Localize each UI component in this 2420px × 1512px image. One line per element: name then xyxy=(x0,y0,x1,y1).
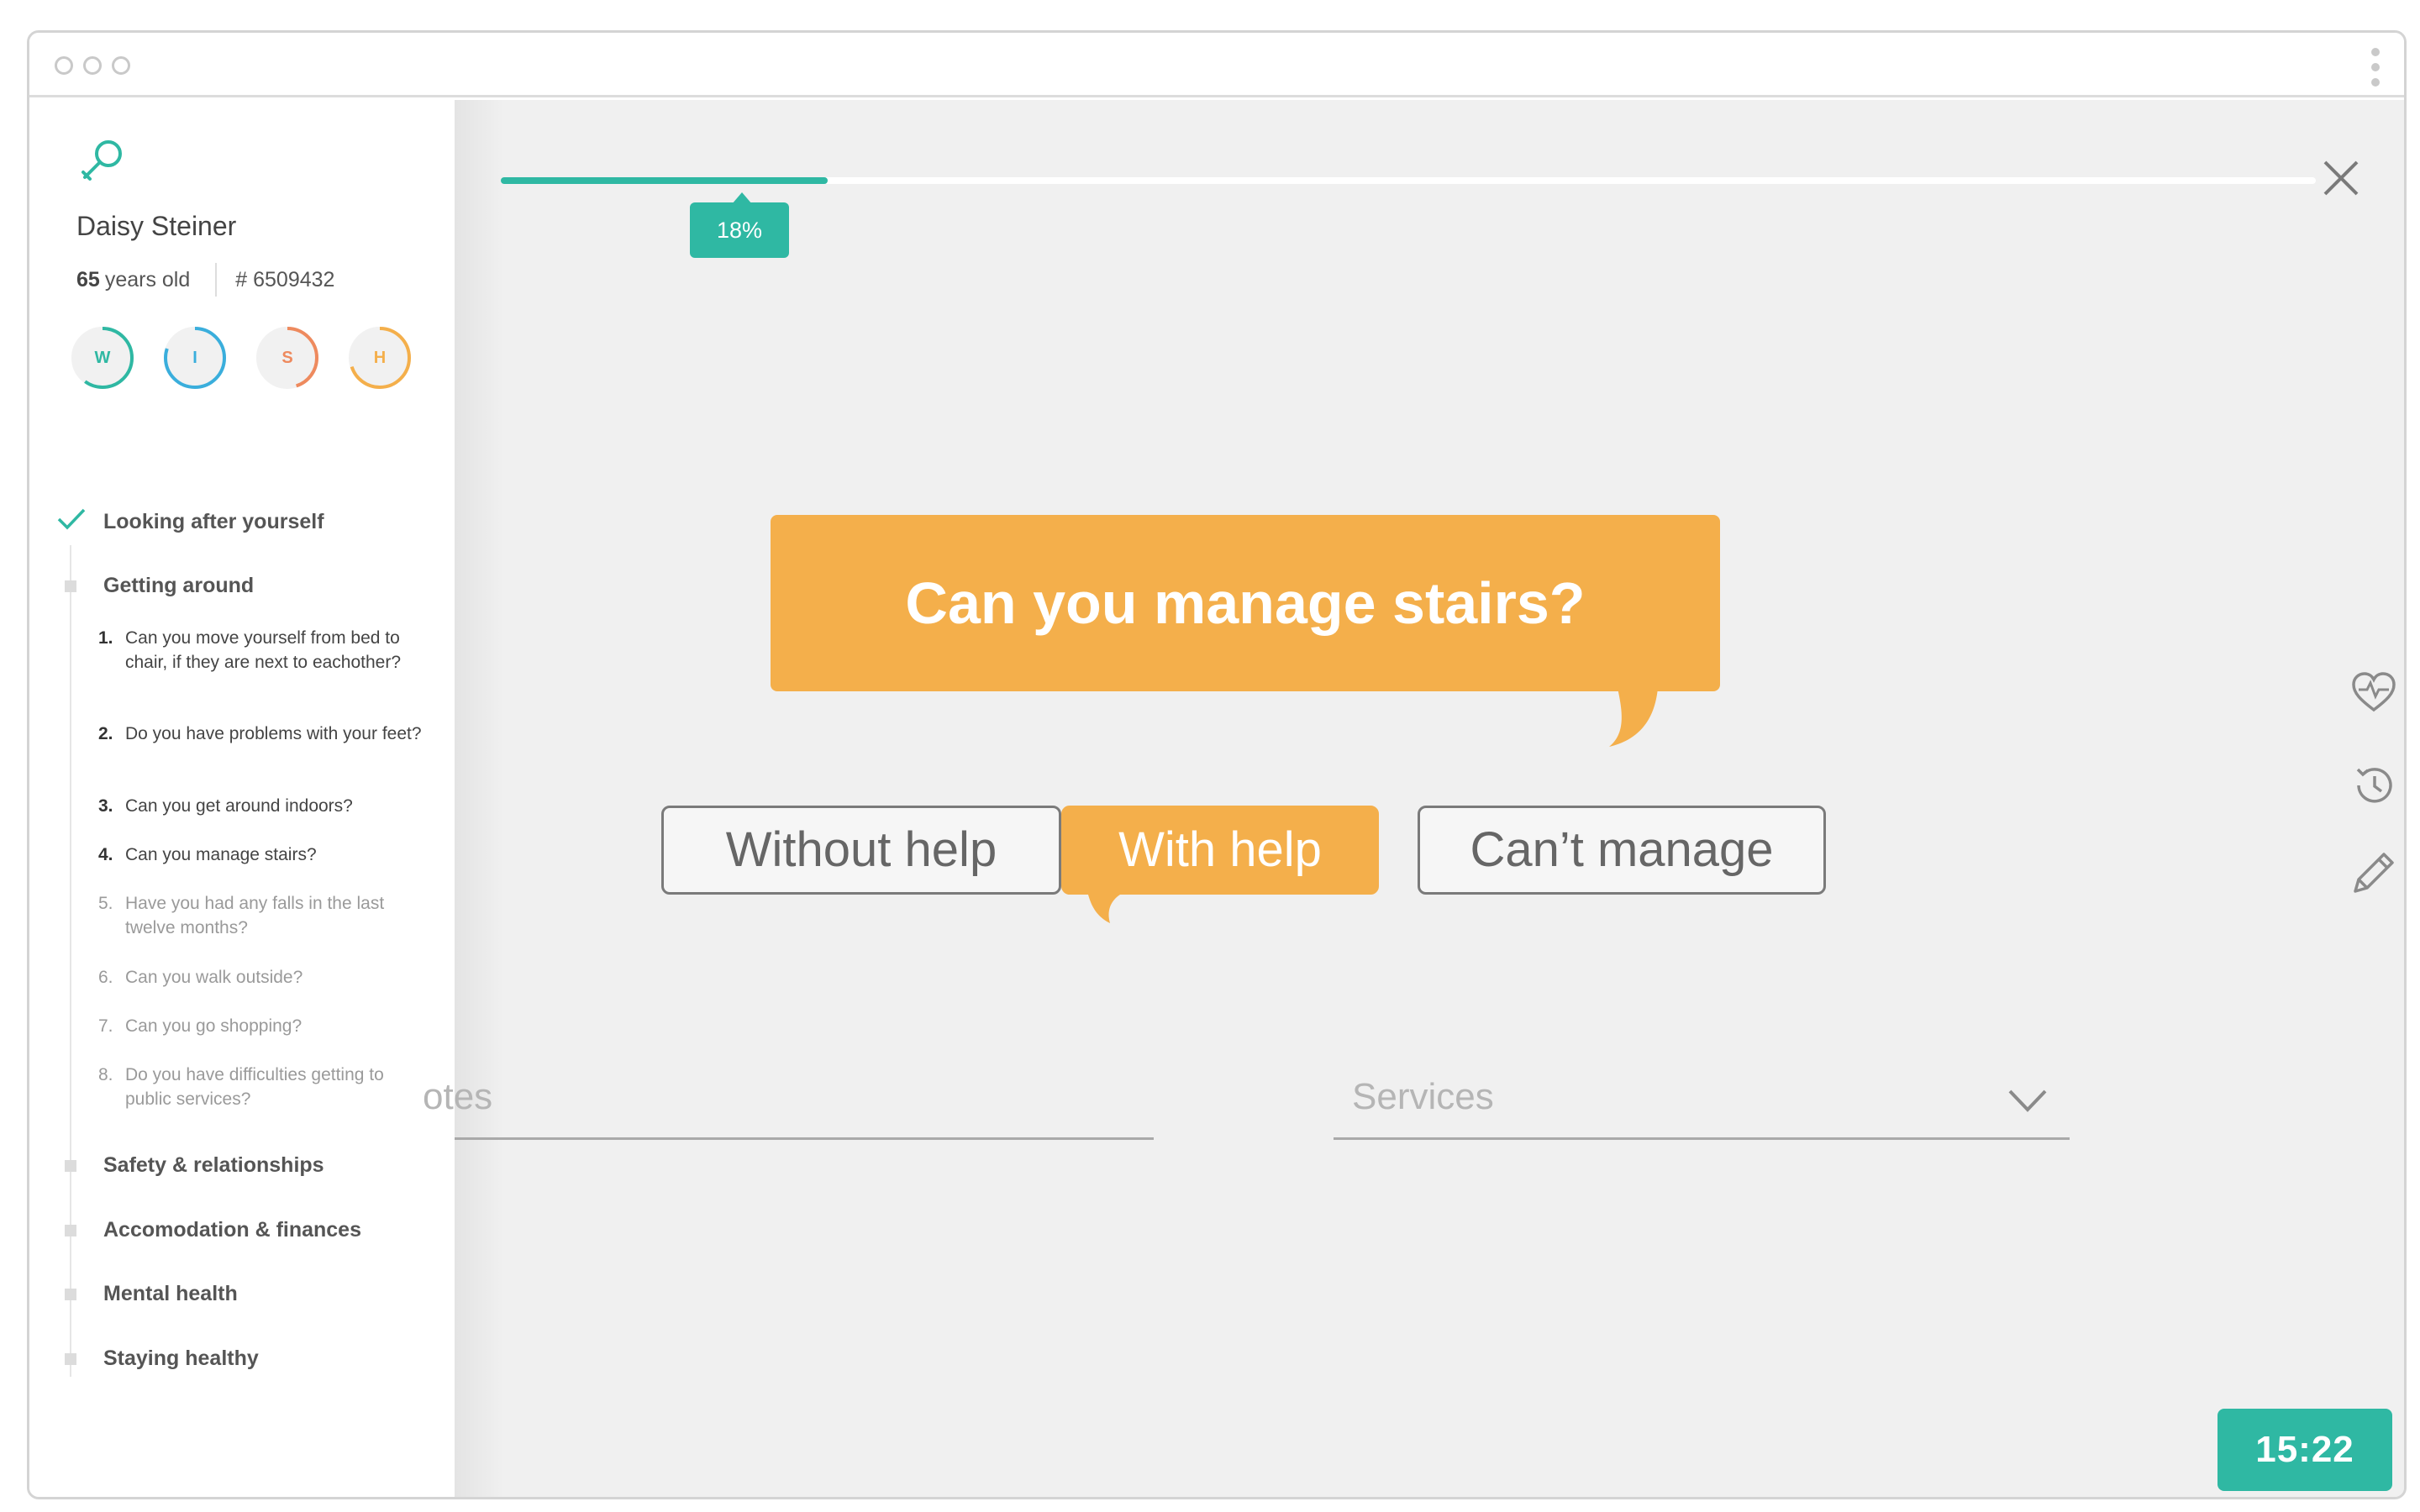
ring-s[interactable]: S xyxy=(255,325,320,391)
question-item-1[interactable]: 1. Can you move yourself from bed to chai… xyxy=(98,626,434,675)
section-staying-healthy[interactable]: Staying healthy xyxy=(29,1341,455,1375)
section-getting-around[interactable]: Getting around xyxy=(29,569,455,602)
ring-letter: H xyxy=(373,349,387,367)
bubble-tail xyxy=(1609,688,1658,747)
ring-w[interactable]: W xyxy=(70,325,135,391)
section-safety-relationships[interactable]: Safety & relationships xyxy=(29,1148,455,1182)
notes-input[interactable]: otes xyxy=(423,1066,1154,1140)
answer-with-help-button[interactable]: With help xyxy=(1061,806,1379,895)
heart-pulse-icon[interactable] xyxy=(2350,669,2397,717)
patient-id: # 6509432 xyxy=(235,267,335,291)
section-looking-after-yourself[interactable]: Looking after yourself xyxy=(29,505,455,538)
section-accomodation-finances[interactable]: Accomodation & finances xyxy=(29,1213,455,1247)
history-icon[interactable] xyxy=(2350,762,2397,809)
nav-timeline xyxy=(70,545,71,1377)
question-item-4[interactable]: 4. Can you manage stairs? xyxy=(98,843,434,867)
section-mental-health[interactable]: Mental health xyxy=(29,1277,455,1310)
section-label: Accomodation & finances xyxy=(103,1218,361,1242)
meta-divider xyxy=(215,263,218,297)
sidebar: Daisy Steiner 65 years old # 6509432 W I… xyxy=(29,100,455,1497)
progress-label: 18% xyxy=(690,192,789,258)
question-item-3[interactable]: 3. Can you get around indoors? xyxy=(98,794,434,818)
app-window: Daisy Steiner 65 years old # 6509432 W I… xyxy=(27,30,2407,1499)
close-icon[interactable] xyxy=(2322,159,2360,197)
patient-age-suffix: years old xyxy=(104,267,191,291)
category-rings: W I S H xyxy=(70,325,413,391)
panel-shadow xyxy=(455,100,505,1497)
window-zoom-dot[interactable] xyxy=(112,56,130,75)
question-item-7[interactable]: 7. Can you go shopping? xyxy=(98,1014,434,1038)
answer-without-help-button[interactable]: Without help xyxy=(661,806,1061,895)
section-marker xyxy=(65,1160,76,1172)
window-minimize-dot[interactable] xyxy=(83,56,102,75)
title-bar xyxy=(29,33,2404,97)
section-marker xyxy=(65,1225,76,1236)
ring-h[interactable]: H xyxy=(347,325,413,391)
progress-bar xyxy=(501,177,2316,184)
section-marker xyxy=(65,1289,76,1300)
section-label: Looking after yourself xyxy=(103,510,324,533)
section-marker xyxy=(65,580,76,592)
section-label: Mental health xyxy=(103,1282,238,1305)
question-text: Can you manage stairs? xyxy=(771,515,1720,691)
question-panel: 18% Can you manage stairs? Without help … xyxy=(423,100,2404,1497)
section-marker xyxy=(65,1353,76,1365)
ring-letter: W xyxy=(94,349,111,367)
window-close-dot[interactable] xyxy=(55,56,73,75)
chevron-down-icon xyxy=(2008,1089,2047,1112)
session-timer: 15:22 xyxy=(2217,1409,2392,1491)
answer-cant-manage-button[interactable]: Can’t manage xyxy=(1418,806,1826,895)
ring-i[interactable]: I xyxy=(162,325,228,391)
answer-tail xyxy=(1088,895,1120,923)
services-select[interactable]: Services xyxy=(1334,1066,2070,1140)
patient-name: Daisy Steiner xyxy=(76,211,237,241)
services-placeholder: Services xyxy=(1352,1076,1494,1117)
patient-age: 65 xyxy=(76,267,100,291)
notes-placeholder: otes xyxy=(423,1076,493,1117)
section-label: Staying healthy xyxy=(103,1347,259,1370)
window-menu-icon[interactable] xyxy=(2370,48,2381,87)
ring-letter: I xyxy=(192,349,197,367)
question-item-2[interactable]: 2. Do you have problems with your feet? xyxy=(98,722,434,746)
section-label: Safety & relationships xyxy=(103,1153,324,1177)
search-person-icon xyxy=(82,140,122,181)
progress-fill xyxy=(501,177,828,184)
question-item-6[interactable]: 6. Can you walk outside? xyxy=(98,965,434,990)
ring-letter: S xyxy=(281,349,293,367)
question-item-8[interactable]: 8. Do you have difficulties getting to pu… xyxy=(98,1063,434,1111)
check-icon xyxy=(57,508,86,530)
question-item-5[interactable]: 5. Have you had any falls in the last twe… xyxy=(98,891,434,940)
pencil-icon[interactable] xyxy=(2350,849,2397,896)
section-label: Getting around xyxy=(103,574,255,597)
patient-meta: 65 years old # 6509432 xyxy=(76,263,334,297)
